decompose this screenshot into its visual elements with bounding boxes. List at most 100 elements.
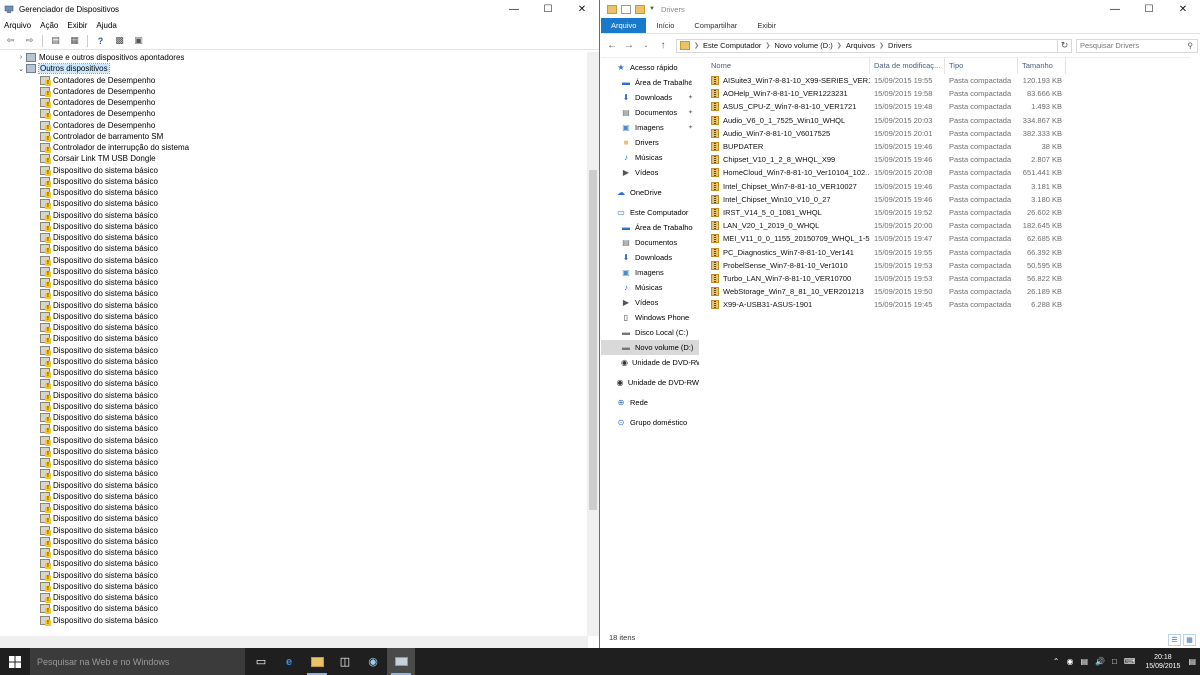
breadcrumb-novo-volume[interactable]: Novo volume (D:) xyxy=(774,41,832,50)
vertical-scrollbar[interactable] xyxy=(1190,57,1200,636)
tab-inicio[interactable]: Início xyxy=(646,18,684,33)
scrollbar-thumb[interactable] xyxy=(589,170,597,510)
file-row[interactable]: Chipset_V10_1_2_8_WHQL_X99 15/09/2015 19:… xyxy=(707,153,1187,166)
file-row[interactable]: MEI_V11_0_0_1155_20150709_WHQL_1-5M 15/09… xyxy=(707,232,1187,245)
column-header-type[interactable]: Tipo xyxy=(945,57,1018,74)
task-view-icon[interactable]: ▭ xyxy=(247,648,275,675)
chevron-right-icon[interactable]: › xyxy=(16,54,26,61)
tree-node[interactable]: Dispositivo do sistema básico xyxy=(0,480,588,491)
pin-icon[interactable]: ✦ xyxy=(688,124,693,131)
back-icon[interactable]: ⇦ xyxy=(4,35,17,47)
nav-item[interactable]: ▶ Vídeos xyxy=(601,165,699,180)
address-bar[interactable]: ❯ Este Computador ❯ Novo volume (D:) ❯ A… xyxy=(676,38,1058,53)
file-explorer-taskbar-icon[interactable] xyxy=(303,648,331,675)
tree-node[interactable]: Dispositivo do sistema básico xyxy=(0,221,588,232)
forward-icon[interactable]: ⇨ xyxy=(23,35,36,47)
nav-item[interactable]: ◉ Unidade de DVD-RW xyxy=(601,375,699,390)
tree-node[interactable]: Dispositivo do sistema básico xyxy=(0,333,588,345)
help-icon[interactable]: ? xyxy=(94,35,107,47)
nav-item[interactable]: ▬ Área de Trabalhc ✦ xyxy=(601,75,699,90)
nav-item[interactable]: ▭ Este Computador xyxy=(601,205,699,220)
pin-icon[interactable]: ✦ xyxy=(688,109,693,116)
tree-node[interactable]: Dispositivo do sistema básico xyxy=(0,592,588,604)
tree-node[interactable]: Dispositivo do sistema básico xyxy=(0,502,588,514)
tree-node[interactable]: Dispositivo do sistema básico xyxy=(0,356,588,367)
tree-node[interactable]: Dispositivo do sistema básico xyxy=(0,513,588,525)
explorer-titlebar[interactable]: ▼ Drivers — ☐ ✕ xyxy=(601,0,1200,18)
tree-node[interactable]: Dispositivo do sistema básico xyxy=(0,300,588,311)
new-folder-icon[interactable] xyxy=(635,4,645,14)
nav-item[interactable]: ⊕ Rede xyxy=(601,395,699,410)
tree-node[interactable]: Dispositivo do sistema básico xyxy=(0,412,588,424)
pin-icon[interactable]: ✦ xyxy=(688,79,693,86)
steam-tray-icon[interactable]: ◉ xyxy=(1066,657,1073,666)
tree-node[interactable]: Dispositivo do sistema básico xyxy=(0,198,588,210)
tree-node[interactable]: Dispositivo do sistema básico xyxy=(0,322,588,334)
maximize-button[interactable]: ☐ xyxy=(1132,0,1166,18)
pin-icon[interactable]: ✦ xyxy=(688,94,693,101)
tree-node[interactable]: Dispositivo do sistema básico xyxy=(0,176,588,187)
tree-node[interactable]: › Mouse e outros dispositivos apontadores xyxy=(0,52,588,63)
maximize-button[interactable]: ☐ xyxy=(531,0,565,18)
tree-node[interactable]: Corsair Link TM USB Dongle xyxy=(0,153,588,165)
nav-item[interactable]: ▬ Novo volume (D:) xyxy=(601,340,699,355)
store-icon[interactable]: ◫ xyxy=(331,648,359,675)
file-row[interactable]: Audio_V6_0_1_7525_Win10_WHQL 15/09/2015 2… xyxy=(707,114,1187,127)
nav-item[interactable]: ▬ Disco Local (C:) xyxy=(601,325,699,340)
edge-browser-icon[interactable]: e xyxy=(275,648,303,675)
taskbar-search-input[interactable]: Pesquisar na Web e no Windows xyxy=(30,648,245,675)
file-row[interactable]: AISuite3_Win7-8-81-10_X99-SERIES_VER1...… xyxy=(707,74,1187,87)
breadcrumb-drivers[interactable]: Drivers xyxy=(888,41,912,50)
tree-node[interactable]: Dispositivo do sistema básico xyxy=(0,525,588,536)
file-row[interactable]: IRST_V14_5_0_1081_WHQL 15/09/2015 19:52 Pa… xyxy=(707,206,1187,219)
volume-icon[interactable]: 🔊 xyxy=(1095,657,1105,666)
tree-node[interactable]: Dispositivo do sistema básico xyxy=(0,401,588,412)
file-row[interactable]: AOHelp_Win7-8-81-10_VER1223231 15/09/2015… xyxy=(707,87,1187,100)
tree-node[interactable]: Dispositivo do sistema básico xyxy=(0,345,588,356)
minimize-button[interactable]: — xyxy=(1098,0,1132,18)
tree-node[interactable]: Dispositivo do sistema básico xyxy=(0,603,588,615)
tree-node[interactable]: Dispositivo do sistema básico xyxy=(0,165,588,176)
back-icon[interactable]: ← xyxy=(605,39,619,53)
nav-item[interactable]: ▯ Windows Phone xyxy=(601,310,699,325)
tree-node[interactable]: Dispositivo do sistema básico xyxy=(0,311,588,322)
tree-node[interactable]: Dispositivo do sistema básico xyxy=(0,210,588,221)
nav-item[interactable]: ⊙ Grupo doméstico xyxy=(601,415,699,430)
nav-item[interactable]: ☁ OneDrive xyxy=(601,185,699,200)
close-button[interactable]: ✕ xyxy=(565,0,599,18)
nav-item[interactable]: ★ Acesso rápido xyxy=(601,60,699,75)
start-button[interactable] xyxy=(0,648,30,675)
menu-ajuda[interactable]: Ajuda xyxy=(96,21,116,30)
device-manager-taskbar-icon[interactable] xyxy=(387,648,415,675)
tree-node[interactable]: Dispositivo do sistema básico xyxy=(0,615,588,626)
file-row[interactable]: HomeCloud_Win7-8-81-10_Ver10104_102... 15… xyxy=(707,166,1187,179)
tree-node[interactable]: Dispositivo do sistema básico xyxy=(0,232,588,244)
column-header-date[interactable]: Data de modificaç... xyxy=(870,57,945,74)
tree-node[interactable]: Contadores de Desempenho xyxy=(0,120,588,131)
nav-item[interactable]: ▣ Imagens xyxy=(601,265,699,280)
tree-node[interactable]: Dispositivo do sistema básico xyxy=(0,491,588,502)
minimize-button[interactable]: — xyxy=(497,0,531,18)
tree-node[interactable]: Dispositivo do sistema básico xyxy=(0,468,588,480)
tree-node[interactable]: Contadores de Desempenho xyxy=(0,75,588,86)
tree-node[interactable]: Controlador de barramento SM xyxy=(0,131,588,142)
file-row[interactable]: Audio_Win7-8-81-10_V6017525 15/09/2015 20… xyxy=(707,127,1187,140)
horizontal-scrollbar[interactable] xyxy=(0,636,588,648)
tree-node[interactable]: ⌄ Outros dispositivos xyxy=(0,63,588,75)
details-view-icon[interactable]: ☰ xyxy=(1168,634,1181,646)
file-row[interactable]: PC_Diagnostics_Win7-8-81-10_Ver141 15/09/… xyxy=(707,245,1187,258)
forward-icon[interactable]: → xyxy=(622,39,636,53)
tree-node[interactable]: Dispositivo do sistema básico xyxy=(0,187,588,199)
menu-exibir[interactable]: Exibir xyxy=(67,21,87,30)
scan-hardware-icon[interactable]: ▩ xyxy=(113,35,126,47)
list-view-icon[interactable]: ▦ xyxy=(68,35,81,47)
keyboard-icon[interactable]: ⌨ xyxy=(1124,657,1136,666)
nav-item[interactable]: ▬ Área de Trabalho xyxy=(601,220,699,235)
notifications-icon[interactable]: □ xyxy=(1112,657,1117,666)
show-hidden-icons-icon[interactable]: ⌃ xyxy=(1053,657,1060,666)
nav-item[interactable]: ▤ Documentos xyxy=(601,235,699,250)
nav-item[interactable]: ▤ Documentos ✦ xyxy=(601,105,699,120)
refresh-icon[interactable]: ↻ xyxy=(1058,38,1072,53)
tree-node[interactable]: Dispositivo do sistema básico xyxy=(0,277,588,289)
properties-view-icon[interactable]: ▤ xyxy=(49,35,62,47)
